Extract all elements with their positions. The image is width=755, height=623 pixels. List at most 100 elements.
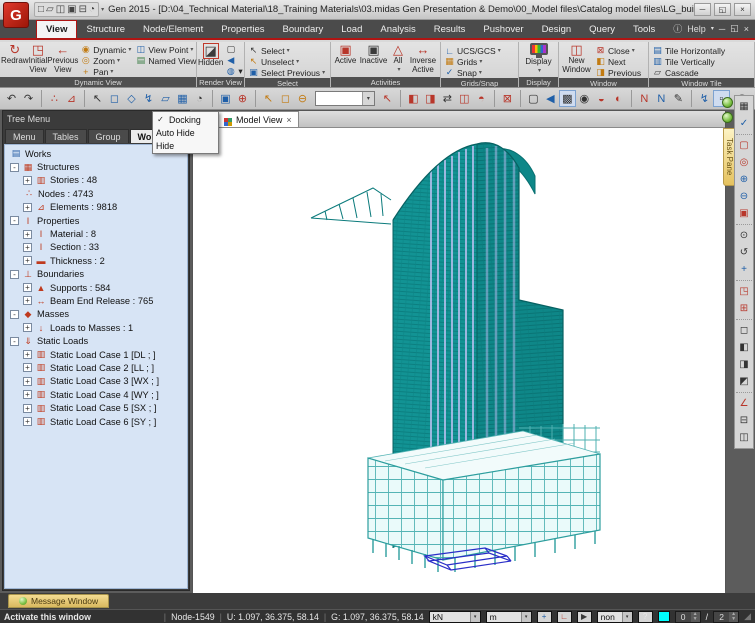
zoom-window-icon[interactable]: ▢ [520,90,542,107]
tab-tools[interactable]: Tools [624,20,664,38]
next-window-button[interactable]: ◧ Next [593,56,643,67]
shrink-icon[interactable]: ◒ [593,90,610,107]
model-canvas[interactable] [193,128,725,595]
tab-analysis[interactable]: Analysis [371,20,424,38]
status-ucs-icon[interactable]: ∟ [557,611,572,623]
print-icon[interactable]: ⊟ [79,4,87,15]
task-pane-sphere-icon[interactable] [722,112,733,123]
help-caret-icon[interactable]: ▾ [711,25,714,32]
open-file-icon[interactable]: ▱ [46,4,54,15]
tree-expand-toggle[interactable]: - [10,216,19,225]
force-unit-dropdown[interactable]: kN ▾ [429,611,481,623]
unselect-window-icon[interactable]: ◻ [277,90,294,107]
tree-item[interactable]: - ◆ Masses [5,308,187,321]
tree-expand-toggle[interactable]: + [23,230,32,239]
restore-button[interactable]: ◱ [714,3,731,16]
zoom-dynamic-icon[interactable]: ◎ [736,154,752,171]
select-recent-icon[interactable]: ◔ [191,90,208,107]
tree-item[interactable]: + ↓ Loads to Masses : 1 [5,321,187,334]
tree-expand-toggle[interactable]: + [23,323,32,332]
select-element-icon[interactable]: ⊿ [63,90,80,107]
ucs-gcs-button[interactable]: ∟ UCS/GCS ▾ [442,45,503,56]
select-all-icon[interactable]: ⊕ [234,90,251,107]
save-icon[interactable]: ▣ [67,4,76,15]
tree-item[interactable]: + ▥ Static Load Case 6 [SY ; ] [5,415,187,428]
render-globe-button[interactable]: ◍▾ [223,66,244,77]
quick-select-icon[interactable]: ↖ [379,90,396,107]
tree-item[interactable]: + ▲ Supports : 584 [5,281,187,294]
capture-icon[interactable]: ⊟ [736,412,752,429]
cascade-button[interactable]: ▱ Cascade [650,67,727,78]
spinner-arrows-icon[interactable]: ▲▼ [691,612,700,622]
perspective-icon[interactable]: ◉ [576,90,593,107]
display-mode-dropdown[interactable]: non ▾ [597,611,633,623]
zoom-window-icon[interactable]: ▢ [736,134,752,154]
tree-expand-toggle[interactable]: + [23,256,32,265]
story-spinner[interactable]: 0 ▲▼ [675,611,701,623]
display-button[interactable]: Display ▾ [521,43,557,77]
ribbon-close-icon[interactable]: × [744,24,749,34]
pan-view-icon[interactable]: + [736,261,752,278]
quick-query-icon[interactable]: ↯ [691,90,713,107]
grids-button[interactable]: ▦ Grids ▾ [442,56,503,67]
context-menu-item[interactable]: ✓ Docking [154,113,217,126]
activate-identity-icon[interactable]: ◫ [456,90,473,107]
select-node-icon[interactable]: ∴ [41,90,63,107]
initial-view-button[interactable]: ◳ Initial View [29,43,48,77]
redraw-button[interactable]: ↻ Redraw [1,43,29,77]
tab-design[interactable]: Design [533,20,581,38]
tree-expand-toggle[interactable]: + [23,296,32,305]
all-activities-button[interactable]: △ All ▾ [388,43,408,77]
help-label[interactable]: Help [687,24,706,34]
tree-item[interactable]: + I Material : 8 [5,227,187,240]
fog-icon[interactable]: ◐ [610,90,627,107]
tree-item[interactable]: - ▦ Structures [5,160,187,173]
hidden-button[interactable]: ◪ Hidden [198,43,223,77]
copy-view-icon[interactable]: ◫ [736,429,752,446]
tree-item[interactable]: + ▥ Static Load Case 4 [WY ; ] [5,388,187,401]
select-window-icon[interactable]: ◻ [106,90,123,107]
inactivate-all-icon[interactable]: ⊠ [494,90,516,107]
activate-story-icon[interactable]: ◓ [473,90,490,107]
element-number-icon[interactable]: N [653,90,670,107]
tab-node-element[interactable]: Node/Element [134,20,212,38]
status-run-icon[interactable]: ▶ [577,611,592,623]
select-button[interactable]: ↖ Select ▾ [246,45,327,56]
select-previous-button[interactable]: ▣ Select Previous ▾ [246,67,327,78]
render-view-icon[interactable]: ◀ [542,90,559,107]
resize-grip[interactable]: ◢ [744,611,751,622]
render-speaker-button[interactable]: ◀ [223,55,244,66]
previous-window-button[interactable]: ◨ Previous [593,67,643,78]
tree-item[interactable]: + ↔ Beam End Release : 765 [5,294,187,307]
view-iso-icon[interactable]: ◩ [736,373,752,390]
tab-results[interactable]: Results [425,20,475,38]
unselect-single-icon[interactable]: ↖ [255,90,277,107]
tile-vertically-button[interactable]: ▥ Tile Vertically [650,56,727,67]
zoom-fit-icon[interactable]: ▣ [736,205,752,222]
view-point-button[interactable]: ◫ View Point ▾ [133,44,198,55]
ribbon-minimize-icon[interactable]: ─ [719,24,725,34]
select-identity-icon[interactable]: ▣ [212,90,234,107]
display-option-icon[interactable]: ✎ [670,90,687,107]
zoom-in-icon[interactable]: ⊕ [736,171,752,188]
select-polygon-icon[interactable]: ◇ [123,90,140,107]
task-pane-sphere-icon[interactable] [722,97,733,108]
tree-expand-toggle[interactable]: - [10,270,19,279]
status-help-button[interactable]: ? [638,611,653,623]
select-plane-icon[interactable]: ▱ [157,90,174,107]
tree-tab-menu[interactable]: Menu [5,129,44,143]
view-left-icon[interactable]: ◨ [736,356,752,373]
save-all-icon[interactable]: ◫ [56,4,65,15]
tree-expand-toggle[interactable]: - [10,310,19,319]
grid-icon[interactable]: ▦ [736,98,752,115]
unselect-all-icon[interactable]: ⊖ [294,90,311,107]
render-box-button[interactable]: ▢ [223,44,244,55]
tab-structure[interactable]: Structure [77,20,134,38]
tree-item[interactable]: ∴ Nodes : 4743 [5,187,187,200]
tree-item[interactable]: - ⇓ Static Loads [5,334,187,347]
undo-icon[interactable]: ↶ [3,90,20,107]
tree-item[interactable]: + ▥ Stories : 48 [5,174,187,187]
tree-item[interactable]: + ▥ Static Load Case 5 [SX ; ] [5,401,187,414]
activate-all-icon[interactable]: ⊞ [736,300,752,317]
swap-active-icon[interactable]: ⇄ [439,90,456,107]
